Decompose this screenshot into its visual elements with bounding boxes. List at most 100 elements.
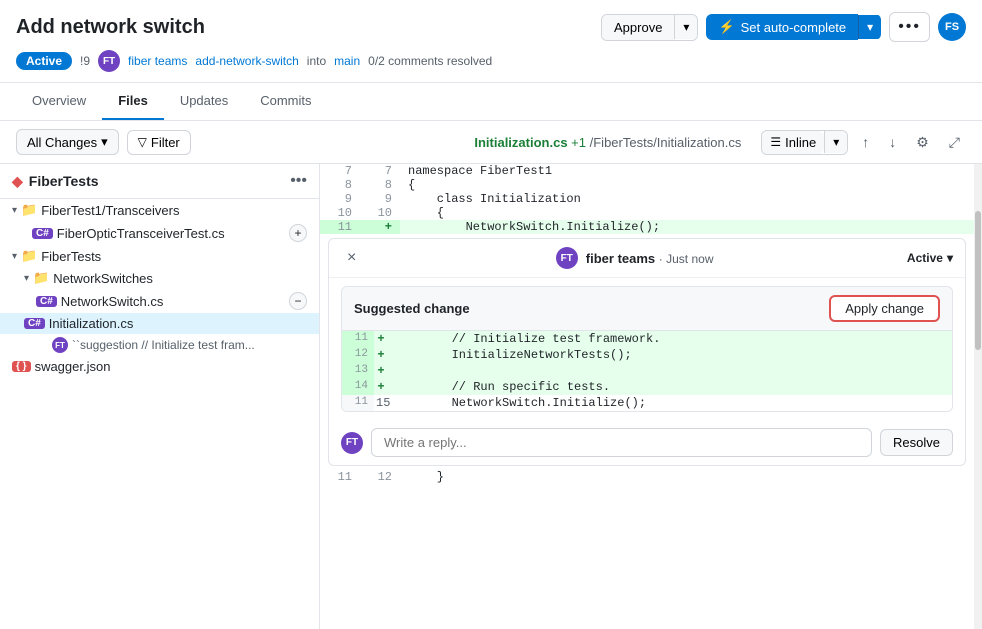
close-comment-button[interactable]: × (341, 247, 362, 269)
expand-button[interactable]: ⤢ (943, 130, 966, 155)
suggested-line-5: 11 15 NetworkSwitch.Initialize(); (342, 395, 952, 411)
cs-badge: C# (24, 318, 45, 329)
file-breadcrumb: Initialization.cs +1 /FiberTests/Initial… (474, 135, 741, 150)
reply-area: FT Resolve (329, 420, 965, 465)
code-line-7: 7 7 namespace FiberTest1 (320, 164, 974, 178)
chevron-down-icon: ▾ (12, 251, 17, 262)
tab-updates[interactable]: Updates (164, 83, 244, 120)
filename: Initialization.cs (474, 135, 567, 150)
author-avatar: FT (98, 50, 120, 72)
diff-table-bottom: 11 12 } (320, 470, 974, 484)
lightning-icon: ⚡ (718, 19, 734, 35)
branch-from-link[interactable]: add-network-switch (195, 54, 298, 68)
files-toolbar: All Changes ▾ ▽ Filter Initialization.cs… (0, 121, 982, 164)
tree-item-fibertest1-transceivers[interactable]: ▾ 📁 FiberTest1/Transceivers (0, 199, 319, 221)
chevron-down-icon: ▾ (947, 251, 953, 265)
autocomplete-dropdown-button[interactable]: ▾ (858, 15, 881, 39)
comment-header: × FT fiber teams · Just now Active ▾ (329, 239, 965, 278)
tree-item-networkswitch-cs[interactable]: C# NetworkSwitch.cs − (0, 289, 319, 313)
comment-user: FT fiber teams · Just now (556, 247, 714, 269)
cs-badge: C# (32, 228, 53, 239)
sidebar-title: ◆ FiberTests (12, 173, 99, 190)
comment-thread: × FT fiber teams · Just now Active ▾ (328, 238, 966, 466)
diamond-icon: ◆ (12, 173, 23, 190)
remove-file-button[interactable]: − (289, 292, 307, 310)
header-actions: Approve ▾ ⚡ Set auto-complete ▾ ••• FS (601, 12, 966, 42)
tree-item-initialization-cs[interactable]: C# Initialization.cs (0, 313, 319, 334)
file-tree-sidebar: ◆ FiberTests ••• ▾ 📁 FiberTest1/Transcei… (0, 164, 320, 629)
tree-item-fiberoptic-test[interactable]: C# FiberOpticTransceiverTest.cs + (0, 221, 319, 245)
code-line-8: 8 8 { (320, 178, 974, 192)
tab-files[interactable]: Files (102, 83, 164, 120)
code-line-9: 9 9 class Initialization (320, 192, 974, 206)
tab-commits[interactable]: Commits (244, 83, 327, 120)
suggested-line-4: 14 + // Run specific tests. (342, 379, 952, 395)
suggested-line-2: 12 + InitializeNetworkTests(); (342, 347, 952, 363)
page-header: Add network switch Approve ▾ ⚡ Set auto-… (0, 0, 982, 83)
all-changes-button[interactable]: All Changes ▾ (16, 129, 119, 155)
suggested-line-1: 11 + // Initialize test framework. (342, 331, 952, 347)
tree-item-networkswitches[interactable]: ▾ 📁 NetworkSwitches (0, 267, 319, 289)
comments-resolved: 0/2 comments resolved (368, 54, 492, 68)
file-added: +1 (571, 135, 586, 150)
cs-badge: C# (36, 296, 57, 307)
approve-dropdown-button[interactable]: ▾ (674, 15, 697, 39)
set-autocomplete-button[interactable]: ⚡ Set auto-complete (706, 14, 858, 40)
prev-change-button[interactable]: ↑ (856, 130, 875, 154)
folder-icon: 📁 (21, 248, 37, 264)
status-badge: Active (16, 52, 72, 70)
files-layout: All Changes ▾ ▽ Filter Initialization.cs… (0, 121, 982, 629)
tree-item-suggestion[interactable]: FT ``suggestion // Initialize test fram.… (0, 334, 319, 356)
add-file-button[interactable]: + (289, 224, 307, 242)
next-change-button[interactable]: ↓ (883, 130, 902, 154)
apply-change-button[interactable]: Apply change (829, 295, 940, 322)
diff-table: 7 7 namespace FiberTest1 8 8 { 9 9 class… (320, 164, 974, 234)
sidebar-more-button[interactable]: ••• (290, 172, 307, 190)
chevron-down-icon: ▾ (12, 205, 17, 216)
inline-icon: ☰ (770, 135, 781, 149)
suggestion-avatar: FT (52, 337, 68, 353)
suggested-code: 11 + // Initialize test framework. 12 + … (342, 331, 952, 411)
tab-overview[interactable]: Overview (16, 83, 102, 120)
nav-tabs: Overview Files Updates Commits (0, 83, 982, 121)
reply-avatar: FT (341, 432, 363, 454)
diff-settings-button[interactable]: ⚙ (910, 130, 935, 155)
files-main: ◆ FiberTests ••• ▾ 📁 FiberTest1/Transcei… (0, 164, 982, 629)
resolve-button[interactable]: Resolve (880, 429, 953, 456)
comment-status[interactable]: Active ▾ (907, 251, 953, 265)
suggested-change-header: Suggested change Apply change (342, 287, 952, 331)
branch-separator: into (307, 54, 326, 68)
tree-item-swagger-json[interactable]: { } swagger.json (0, 356, 319, 377)
inline-view-button[interactable]: ☰ Inline (762, 131, 824, 154)
sidebar-header: ◆ FiberTests ••• (0, 164, 319, 199)
approve-button[interactable]: Approve (602, 15, 674, 40)
comment-avatar: FT (556, 247, 578, 269)
scrollbar[interactable] (974, 164, 982, 629)
code-panel: 7 7 namespace FiberTest1 8 8 { 9 9 class… (320, 164, 974, 629)
file-path: /FiberTests/Initialization.cs (590, 135, 742, 150)
more-options-button[interactable]: ••• (889, 12, 930, 42)
tree-item-fibertests[interactable]: ▾ 📁 FiberTests (0, 245, 319, 267)
header-meta: Active !9 FT fiber teams add-network-swi… (16, 50, 966, 82)
code-line-11-added: 11 + NetworkSwitch.Initialize(); (320, 220, 974, 234)
json-badge: { } (12, 361, 31, 372)
header-top: Add network switch Approve ▾ ⚡ Set auto-… (16, 12, 966, 42)
filter-icon: ▽ (138, 135, 147, 149)
filter-button[interactable]: ▽ Filter (127, 130, 191, 155)
view-dropdown-button[interactable]: ▾ (824, 131, 847, 153)
avatar: FS (938, 13, 966, 41)
code-line-bottom: 11 12 } (320, 470, 974, 484)
pr-title: Add network switch (16, 16, 205, 39)
suggested-line-3: 13 + (342, 363, 952, 379)
reply-input[interactable] (371, 428, 872, 457)
scrollbar-thumb[interactable] (975, 211, 981, 351)
suggested-change-box: Suggested change Apply change 11 + // In… (341, 286, 953, 412)
chevron-down-icon: ▾ (24, 273, 29, 284)
author-link[interactable]: fiber teams (128, 54, 187, 68)
branch-to-link[interactable]: main (334, 54, 360, 68)
folder-icon: 📁 (33, 270, 49, 286)
code-line-10: 10 10 { (320, 206, 974, 220)
issue-count: !9 (80, 54, 90, 68)
folder-icon: 📁 (21, 202, 37, 218)
chevron-down-icon: ▾ (101, 134, 108, 150)
